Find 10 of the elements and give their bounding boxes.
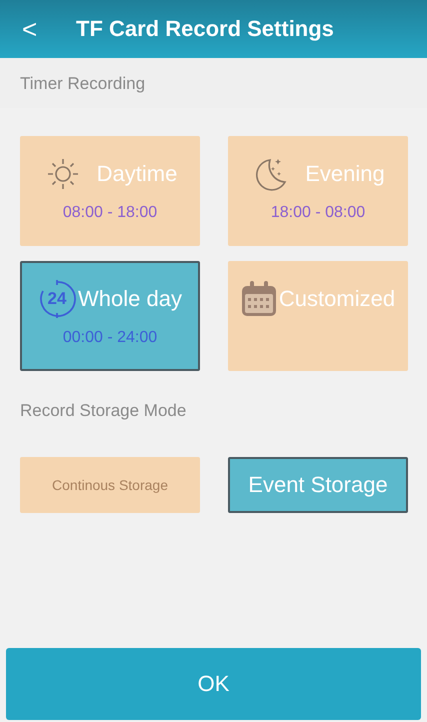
ok-button[interactable]: OK: [6, 648, 421, 720]
storage-option[interactable]: Continous Storage: [20, 457, 200, 513]
timer-option[interactable]: Evening 18:00 - 08:00: [228, 136, 408, 246]
storage-option[interactable]: Event Storage: [228, 457, 408, 513]
timer-option[interactable]: 24 Whole day 00:00 - 24:00: [20, 261, 200, 371]
timer-option[interactable]: Daytime 08:00 - 18:00: [20, 136, 200, 246]
section-title: Timer Recording: [20, 74, 146, 94]
page-title: TF Card Record Settings: [76, 16, 334, 42]
back-button[interactable]: <: [0, 14, 58, 44]
section-title: Record Storage Mode: [20, 401, 186, 420]
